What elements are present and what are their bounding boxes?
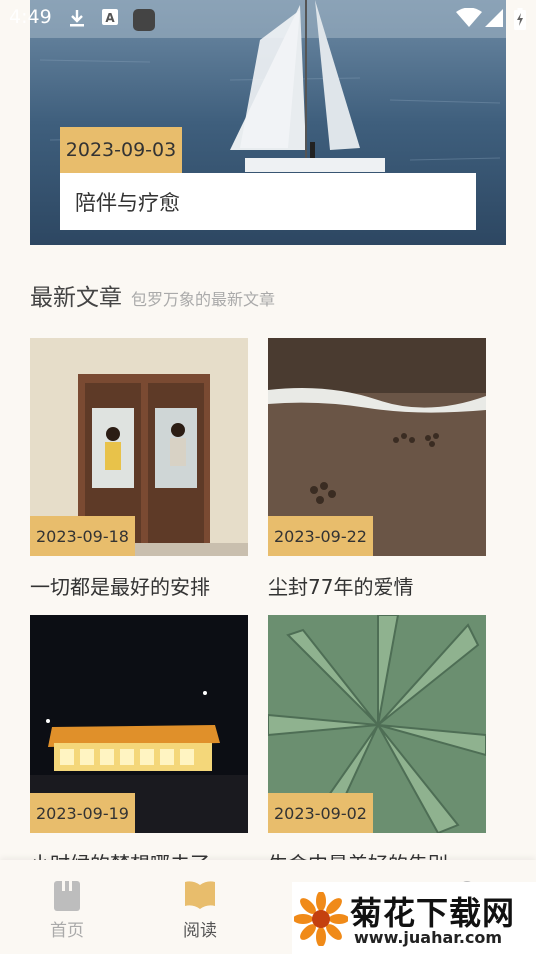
tab-home-label: 首页 — [50, 921, 84, 941]
app-square-icon — [133, 9, 155, 31]
flower-logo-icon — [294, 892, 348, 946]
article-date-badge: 2023-09-18 — [30, 516, 135, 556]
status-time: 4:49 — [9, 6, 52, 28]
article-title[interactable]: 一切都是最好的安排 — [30, 571, 210, 600]
tab-home[interactable]: 首页 — [32, 860, 102, 950]
book-spine-icon — [54, 881, 80, 911]
battery-charging-icon — [514, 8, 526, 30]
signal-icon — [485, 9, 503, 27]
svg-text:A: A — [105, 11, 115, 25]
status-bar: 4:49 A — [0, 0, 536, 36]
article-date-badge: 2023-09-22 — [268, 516, 373, 556]
tab-read-label: 阅读 — [183, 921, 217, 941]
section-subtitle: 包罗万象的最新文章 — [131, 290, 276, 309]
article-date-badge: 2023-09-19 — [30, 793, 135, 833]
wifi-icon — [456, 8, 482, 27]
watermark-url: www.juahar.com — [354, 928, 503, 947]
watermark: 菊花下载网 www.juahar.com — [292, 882, 536, 954]
hero-title: 陪伴与疗愈 — [75, 190, 180, 215]
tab-read[interactable]: 阅读 — [165, 860, 235, 950]
article-title[interactable]: 尘封77年的爱情 — [268, 571, 413, 600]
download-icon — [70, 10, 84, 27]
open-book-icon — [185, 881, 215, 909]
section-title: 最新文章 — [30, 285, 122, 311]
article-date-badge: 2023-09-02 — [268, 793, 373, 833]
keyboard-a-icon: A — [102, 9, 118, 25]
section-header: 最新文章 包罗万象的最新文章 — [30, 278, 275, 312]
hero-title-box[interactable]: 陪伴与疗愈 — [60, 173, 476, 230]
hero-date-badge: 2023-09-03 — [60, 127, 182, 173]
